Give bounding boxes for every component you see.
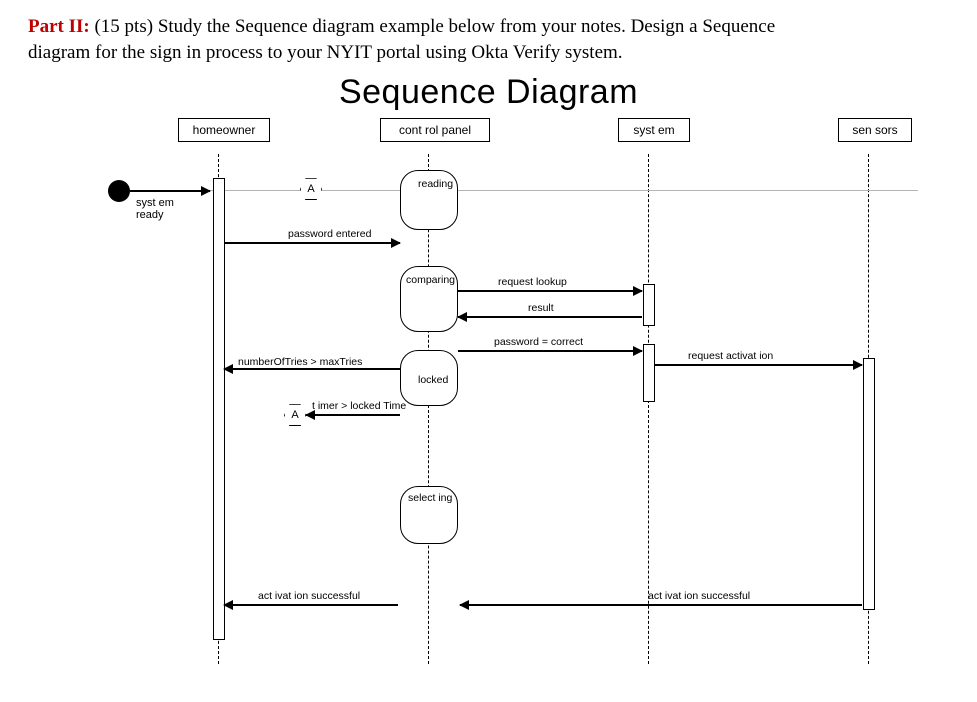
msg-timer-locked-label: t imer > locked Time bbox=[312, 400, 406, 412]
lifeline-system bbox=[648, 154, 649, 664]
connector-a-locked: A bbox=[284, 404, 306, 426]
state-locked-label: locked bbox=[418, 374, 448, 386]
msg-timer-locked bbox=[306, 414, 400, 416]
question-line-2: diagram for the sign in process to your … bbox=[28, 42, 623, 63]
activation-system-activate bbox=[643, 344, 655, 402]
system-ready-label: syst em ready bbox=[136, 197, 174, 221]
lifeline-control-panel bbox=[428, 154, 429, 664]
start-node-icon bbox=[108, 180, 130, 202]
activation-sensors bbox=[863, 358, 875, 610]
participant-sensors: sen sors bbox=[838, 118, 912, 142]
state-reading-label: reading bbox=[418, 178, 453, 190]
arrow-start-to-homeowner bbox=[130, 190, 210, 192]
guide-line bbox=[118, 190, 918, 191]
activation-system-lookup bbox=[643, 284, 655, 326]
page-root: Part II: (15 pts) Study the Sequence dia… bbox=[0, 0, 977, 702]
question-line-1: Study the Sequence diagram example below… bbox=[158, 16, 775, 37]
msg-request-activation-label: request activat ion bbox=[688, 350, 773, 362]
msg-password-entered bbox=[224, 242, 400, 244]
participant-homeowner: homeowner bbox=[178, 118, 270, 142]
points-label: (15 pts) bbox=[94, 16, 153, 37]
part-label: Part II: bbox=[28, 16, 90, 37]
msg-result bbox=[458, 316, 642, 318]
state-comparing-label: comparing bbox=[406, 274, 455, 286]
diagram-title: Sequence Diagram bbox=[28, 73, 949, 112]
msg-number-of-tries bbox=[224, 368, 400, 370]
participant-system: syst em bbox=[618, 118, 690, 142]
msg-password-entered-label: password entered bbox=[288, 228, 371, 240]
activation-homeowner bbox=[213, 178, 225, 640]
state-selecting-label: select ing bbox=[408, 492, 452, 504]
question-block: Part II: (15 pts) Study the Sequence dia… bbox=[28, 14, 949, 65]
msg-number-of-tries-label: numberOfTries > maxTries bbox=[238, 356, 362, 368]
sequence-diagram: homeowner cont rol panel syst em sen sor… bbox=[28, 118, 949, 678]
msg-activation-successful-right bbox=[460, 604, 862, 606]
msg-activation-successful-right-label: act ivat ion successful bbox=[648, 590, 750, 602]
msg-activation-successful-left bbox=[224, 604, 398, 606]
msg-password-correct-label: password = correct bbox=[494, 336, 583, 348]
msg-password-correct bbox=[458, 350, 642, 352]
msg-request-activation bbox=[654, 364, 862, 366]
msg-request-lookup bbox=[458, 290, 642, 292]
participant-control-panel: cont rol panel bbox=[380, 118, 490, 142]
msg-activation-successful-left-label: act ivat ion successful bbox=[258, 590, 360, 602]
msg-request-lookup-label: request lookup bbox=[498, 276, 567, 288]
connector-a-top: A bbox=[300, 178, 322, 200]
msg-result-label: result bbox=[528, 302, 554, 314]
